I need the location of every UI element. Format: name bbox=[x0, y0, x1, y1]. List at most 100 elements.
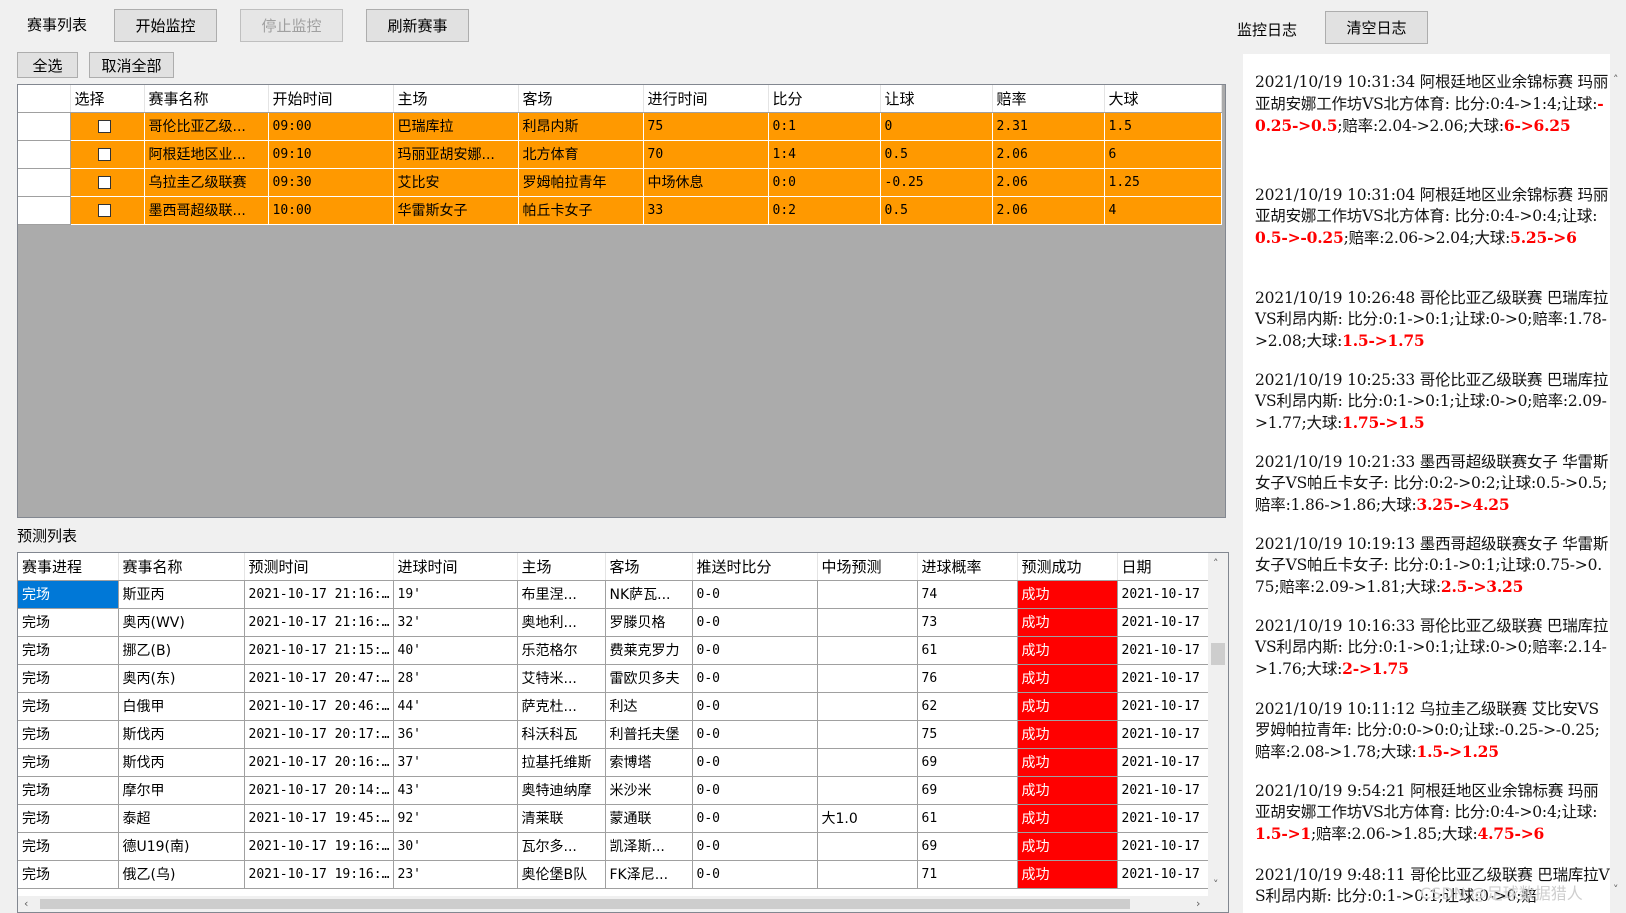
start-monitor-button[interactable]: 开始监控 bbox=[114, 9, 217, 42]
prediction-hscroll-thumb[interactable] bbox=[40, 899, 1130, 909]
half-predict-cell[interactable] bbox=[817, 664, 918, 693]
goal-time-cell[interactable]: 36' bbox=[393, 720, 518, 749]
push-score-cell[interactable]: 0-0 bbox=[692, 636, 818, 665]
push-score-cell[interactable]: 0-0 bbox=[692, 832, 818, 861]
col-over[interactable]: 大球 bbox=[1104, 85, 1222, 113]
half-predict-cell[interactable] bbox=[817, 636, 918, 665]
goal-time-cell[interactable]: 23' bbox=[393, 860, 518, 889]
goal-time-cell[interactable]: 40' bbox=[393, 636, 518, 665]
progress-cell[interactable]: 完场 bbox=[18, 720, 119, 749]
predict-time-cell[interactable]: 2021-10-17 20:14:24 bbox=[244, 776, 394, 805]
predict-success-cell[interactable]: 成功 bbox=[1017, 804, 1118, 833]
push-score-cell[interactable]: 0-0 bbox=[692, 580, 818, 609]
goal-time-cell[interactable]: 43' bbox=[393, 776, 518, 805]
goal-time-cell[interactable]: 32' bbox=[393, 608, 518, 637]
col-date[interactable]: 日期 bbox=[1117, 553, 1209, 581]
away-cell[interactable]: 米沙米 bbox=[605, 776, 693, 805]
progress-cell[interactable]: 完场 bbox=[18, 664, 119, 693]
col-match-name[interactable]: 赛事名称 bbox=[144, 85, 269, 113]
home-cell[interactable]: 奥特迪纳摩 bbox=[517, 776, 606, 805]
progress-cell[interactable]: 完场 bbox=[18, 860, 119, 889]
over-cell[interactable]: 1.5 bbox=[1104, 112, 1222, 141]
refresh-matches-button[interactable]: 刷新赛事 bbox=[366, 9, 469, 42]
goal-time-cell[interactable]: 44' bbox=[393, 692, 518, 721]
predict-success-cell[interactable]: 成功 bbox=[1017, 608, 1118, 637]
date-cell[interactable]: 2021-10-17 bbox=[1117, 636, 1209, 665]
push-score-cell[interactable]: 0-0 bbox=[692, 664, 818, 693]
home-cell[interactable]: 拉基托维斯 bbox=[517, 748, 606, 777]
handicap-cell[interactable]: 0 bbox=[880, 112, 993, 141]
home-cell[interactable]: 清莱联 bbox=[517, 804, 606, 833]
away-cell[interactable]: 罗姆帕拉青年 bbox=[518, 168, 644, 197]
prediction-row[interactable]: 完场 奥丙(WV) 2021-10-17 21:16:01 32' 奥地利... 罗滕贝格… bbox=[18, 608, 1209, 637]
match-row[interactable]: 哥伦比亚乙级... 09:00 巴瑞库拉 利昂内斯 75 0:1 0 2.31 … bbox=[18, 112, 1222, 141]
odds-cell[interactable]: 2.06 bbox=[992, 196, 1105, 225]
goal-time-cell[interactable]: 30' bbox=[393, 832, 518, 861]
push-score-cell[interactable]: 0-0 bbox=[692, 608, 818, 637]
col-away[interactable]: 客场 bbox=[518, 85, 644, 113]
prediction-row[interactable]: 完场 德U19(南) 2021-10-17 19:16:09 30' 瓦尔多... 凯泽斯… bbox=[18, 832, 1209, 861]
push-score-cell[interactable]: 0-0 bbox=[692, 860, 818, 889]
log-scroll-up-icon[interactable]: ˄ bbox=[1613, 74, 1619, 85]
predict-success-cell[interactable]: 成功 bbox=[1017, 860, 1118, 889]
prediction-row[interactable]: 完场 摩尔甲 2021-10-17 20:14:24 43' 奥特迪纳摩 米沙米 0-0 69… bbox=[18, 776, 1209, 805]
goal-prob-cell[interactable]: 69 bbox=[917, 776, 1018, 805]
match-row[interactable]: 乌拉圭乙级联赛 09:30 艾比安 罗姆帕拉青年 中场休息 0:0 -0.25 … bbox=[18, 168, 1222, 197]
away-cell[interactable]: 凯泽斯... bbox=[605, 832, 693, 861]
prediction-row[interactable]: 完场 挪乙(B) 2021-10-17 21:15:54 40' 乐范格尔 费莱克罗力 0-… bbox=[18, 636, 1209, 665]
predict-time-cell[interactable]: 2021-10-17 20:47:32 bbox=[244, 664, 394, 693]
away-cell[interactable]: 费莱克罗力 bbox=[605, 636, 693, 665]
col-predict-success[interactable]: 预测成功 bbox=[1017, 553, 1118, 581]
elapsed-cell[interactable]: 70 bbox=[643, 140, 769, 169]
handicap-cell[interactable]: 0.5 bbox=[880, 196, 993, 225]
prediction-row[interactable]: 完场 泰超 2021-10-17 19:45:57 92' 清莱联 蒙通联 0-0 大1.0 6… bbox=[18, 804, 1209, 833]
goal-prob-cell[interactable]: 61 bbox=[917, 804, 1018, 833]
select-cell[interactable] bbox=[70, 196, 145, 225]
date-cell[interactable]: 2021-10-17 bbox=[1117, 608, 1209, 637]
date-cell[interactable]: 2021-10-17 bbox=[1117, 580, 1209, 609]
predict-success-cell[interactable]: 成功 bbox=[1017, 664, 1118, 693]
goal-prob-cell[interactable]: 74 bbox=[917, 580, 1018, 609]
date-cell[interactable]: 2021-10-17 bbox=[1117, 692, 1209, 721]
col-home[interactable]: 主场 bbox=[393, 85, 519, 113]
prediction-vscroll[interactable]: ˄ ˅ bbox=[1208, 553, 1228, 896]
progress-cell[interactable]: 完场 bbox=[18, 832, 119, 861]
prediction-row[interactable]: 完场 斯伐丙 2021-10-17 20:16:31 37' 拉基托维斯 索博塔 0-0 69… bbox=[18, 748, 1209, 777]
half-predict-cell[interactable] bbox=[817, 608, 918, 637]
date-cell[interactable]: 2021-10-17 bbox=[1117, 748, 1209, 777]
col-match-name[interactable]: 赛事名称 bbox=[118, 553, 245, 581]
progress-cell[interactable]: 完场 bbox=[18, 636, 119, 665]
prediction-row[interactable]: 完场 白俄甲 2021-10-17 20:46:34 44' 萨克杜... 利达 0-0 62… bbox=[18, 692, 1209, 721]
home-cell[interactable]: 玛丽亚胡安娜... bbox=[393, 140, 519, 169]
away-cell[interactable]: 罗滕贝格 bbox=[605, 608, 693, 637]
half-predict-cell[interactable] bbox=[817, 580, 918, 609]
predict-success-cell[interactable]: 成功 bbox=[1017, 720, 1118, 749]
date-cell[interactable]: 2021-10-17 bbox=[1117, 832, 1209, 861]
match-name-cell[interactable]: 摩尔甲 bbox=[118, 776, 245, 805]
goal-time-cell[interactable]: 37' bbox=[393, 748, 518, 777]
predict-time-cell[interactable]: 2021-10-17 20:17:18 bbox=[244, 720, 394, 749]
goal-time-cell[interactable]: 92' bbox=[393, 804, 518, 833]
match-name-cell[interactable]: 斯亚丙 bbox=[118, 580, 245, 609]
select-all-button[interactable]: 全选 bbox=[17, 52, 78, 78]
col-score[interactable]: 比分 bbox=[768, 85, 881, 113]
push-score-cell[interactable]: 0-0 bbox=[692, 692, 818, 721]
match-row[interactable]: 墨西哥超级联... 10:00 华雷斯女子 帕丘卡女子 33 0:2 0.5 2… bbox=[18, 196, 1222, 225]
match-name-cell[interactable]: 奥丙(WV) bbox=[118, 608, 245, 637]
col-odds[interactable]: 赔率 bbox=[992, 85, 1105, 113]
prediction-row[interactable]: 完场 斯伐丙 2021-10-17 20:17:18 36' 科沃科瓦 利普托夫堡 0-0 7… bbox=[18, 720, 1209, 749]
match-name-cell[interactable]: 奥丙(东) bbox=[118, 664, 245, 693]
away-cell[interactable]: 蒙通联 bbox=[605, 804, 693, 833]
monitor-log-panel[interactable]: 2021/10/19 10:31:34 阿根廷地区业余锦标赛 玛丽亚胡安娜工作坊… bbox=[1243, 54, 1626, 913]
start-time-cell[interactable]: 10:00 bbox=[268, 196, 394, 225]
away-cell[interactable]: FK泽尼... bbox=[605, 860, 693, 889]
col-away[interactable]: 客场 bbox=[605, 553, 693, 581]
push-score-cell[interactable]: 0-0 bbox=[692, 804, 818, 833]
prediction-row[interactable]: 完场 斯亚丙 2021-10-17 21:16:08 19' 布里涅... NK萨瓦...… bbox=[18, 580, 1209, 609]
goal-prob-cell[interactable]: 69 bbox=[917, 832, 1018, 861]
away-cell[interactable]: 雷欧贝多夫 bbox=[605, 664, 693, 693]
prediction-hscroll[interactable]: ‹ › bbox=[18, 896, 1228, 912]
push-score-cell[interactable]: 0-0 bbox=[692, 776, 818, 805]
half-predict-cell[interactable] bbox=[817, 748, 918, 777]
match-name-cell[interactable]: 阿根廷地区业... bbox=[144, 140, 269, 169]
